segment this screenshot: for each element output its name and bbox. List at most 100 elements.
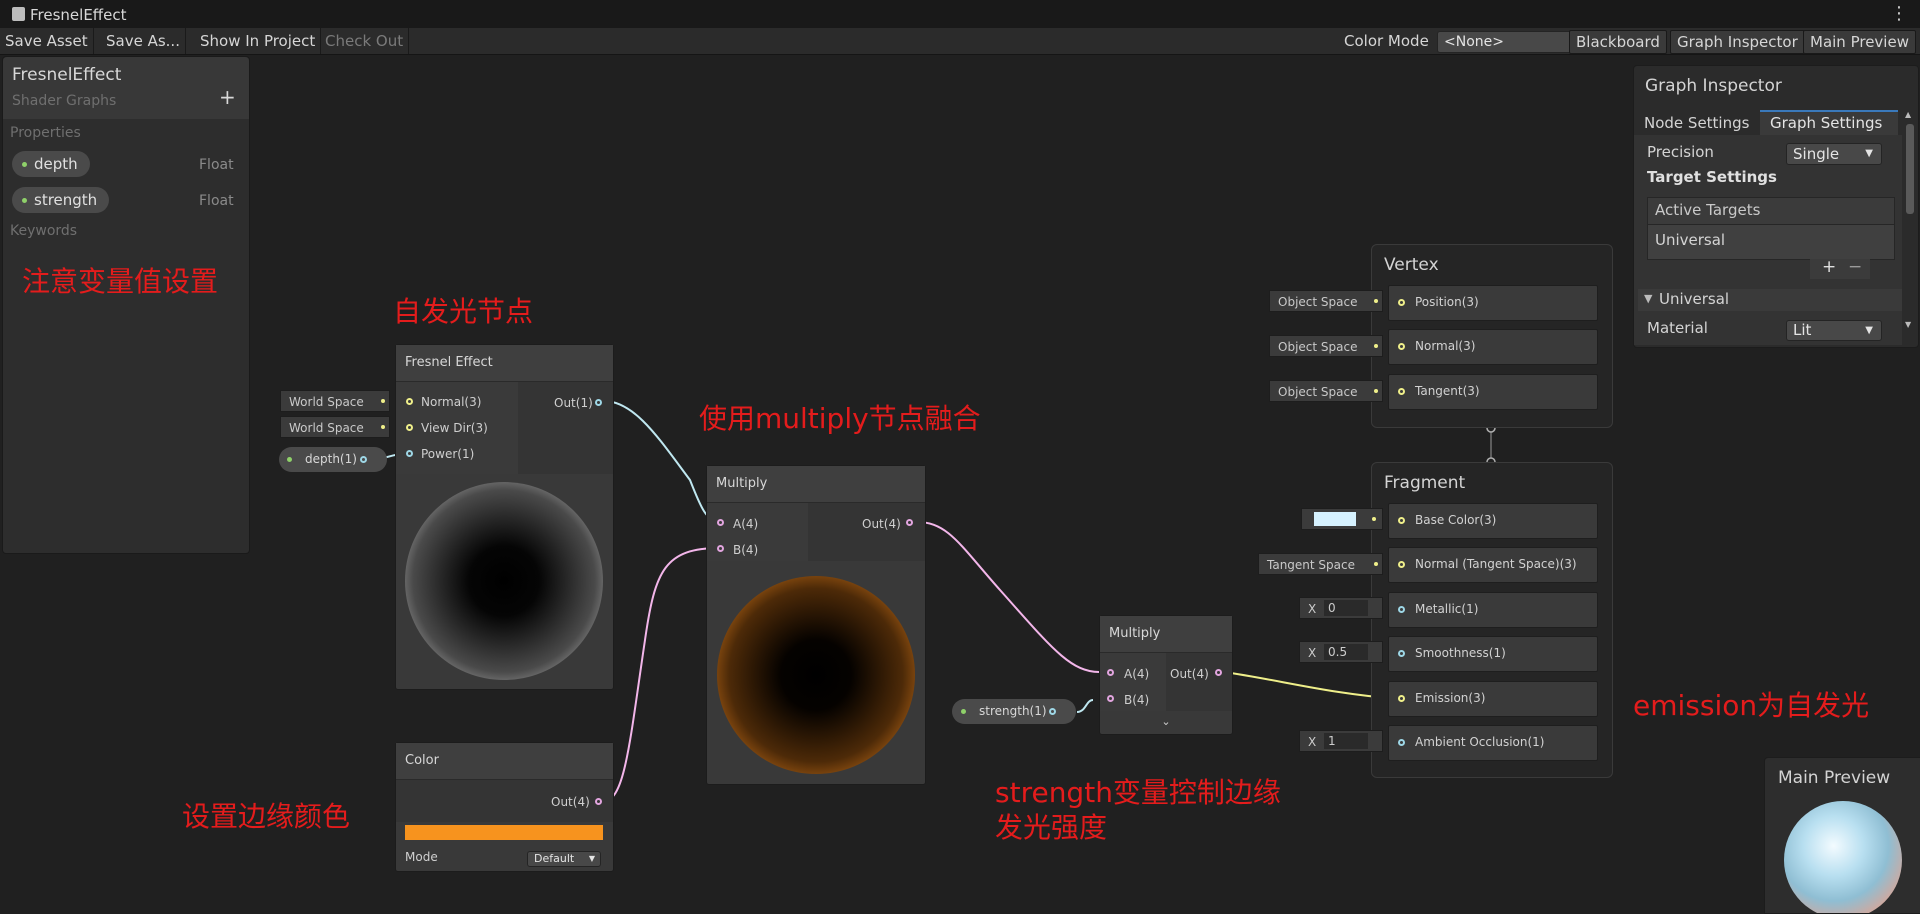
smoothness-slot[interactable]: Smoothness(1) [1388,636,1598,672]
preview-viewport[interactable] [1784,801,1902,913]
normal-tangent-slot[interactable]: Normal (Tangent Space)(3) [1388,547,1598,583]
port[interactable] [1398,739,1405,746]
normal-space-input[interactable]: World Space [280,390,390,412]
normal-tangent-space-input[interactable]: Tangent Space [1258,553,1383,575]
vertex-normal-slot[interactable]: Normal(3) [1388,329,1598,365]
precision-select[interactable]: Single ▼ [1786,143,1882,165]
multiply-node-1[interactable]: Multiply A(4) B(4) Out(4) [706,465,926,785]
multiply-node-2[interactable]: Multiply A(4) B(4) Out(4) ⌄ [1099,615,1233,735]
annotation-edge-color: 设置边缘颜色 [182,800,351,833]
metallic-value[interactable]: 0 [1324,600,1368,616]
multiply1-out-port[interactable] [906,519,913,526]
viewdir-in-label: View Dir(3) [421,421,488,435]
power-in-port[interactable] [406,450,413,457]
vertex-position-slot[interactable]: Position(3) [1388,285,1598,321]
property-depth[interactable]: depth [12,151,90,177]
node-title: Multiply [1109,626,1161,641]
property-dot-icon [22,162,27,167]
expand-chevron-icon[interactable]: ⌄ [1100,715,1232,733]
port[interactable] [1398,695,1405,702]
viewdir-space-input[interactable]: World Space [280,416,390,438]
tab-node-settings[interactable]: Node Settings [1634,110,1760,135]
color-node[interactable]: Color Out(4) Mode Default ▼ [395,742,614,872]
tab-graph-settings[interactable]: Graph Settings [1760,110,1898,135]
port[interactable] [1398,517,1405,524]
port[interactable] [1398,606,1405,613]
metallic-input[interactable]: X 0 [1299,597,1383,619]
metallic-slot[interactable]: Metallic(1) [1388,592,1598,628]
mode-label: Mode [405,850,438,864]
node-header[interactable]: Fresnel Effect [396,345,613,382]
target-list-item[interactable]: Universal [1647,224,1895,260]
node-header[interactable]: Multiply [1100,616,1232,653]
base-color-swatch[interactable] [1314,512,1356,526]
port[interactable] [1398,561,1405,568]
property-strength[interactable]: strength [12,187,110,213]
multiply2-out-port[interactable] [1215,669,1222,676]
b-in-port[interactable] [1107,695,1114,702]
port[interactable] [1398,388,1405,395]
normal-space-value: World Space [289,395,364,409]
universal-foldout[interactable]: ▼ Universal [1638,289,1902,311]
fresnel-out-port[interactable] [595,399,602,406]
annotation-strength-line1: strength变量控制边缘 [995,776,1281,809]
multiply1-preview [717,576,915,774]
depth-property-node[interactable]: depth(1) [279,447,387,472]
smoothness-value[interactable]: 0.5 [1324,644,1368,660]
position-space-input[interactable]: Object Space [1269,290,1383,312]
material-select[interactable]: Lit ▼ [1786,320,1882,341]
base-color-input[interactable] [1301,508,1383,530]
properties-label: Properties [10,125,81,141]
scroll-down-icon[interactable]: ▼ [1905,320,1911,329]
blackboard-title: FresnelEffect [12,65,122,85]
tab-label: Graph Settings [1770,114,1883,132]
slot-label: Normal(3) [1415,339,1476,353]
normal-in-label: Normal(3) [421,395,482,409]
smoothness-input[interactable]: X 0.5 [1299,641,1383,663]
port[interactable] [1398,343,1405,350]
port[interactable] [1398,299,1405,306]
vertex-tangent-slot[interactable]: Tangent(3) [1388,374,1598,410]
ao-value[interactable]: 1 [1324,733,1368,749]
node-header[interactable]: Multiply [707,466,925,503]
a-in-port[interactable] [1107,669,1114,676]
add-target-button[interactable]: + [1822,257,1836,277]
node-title: Color [405,753,439,768]
main-preview-panel: Main Preview [1764,757,1920,914]
depth-out-port[interactable] [360,456,367,463]
b-in-port[interactable] [717,545,724,552]
normal-space-input-vertex[interactable]: Object Space [1269,335,1383,357]
inspector-scrollbar[interactable]: ▲ ▼ [1905,110,1915,330]
strength-property-label: strength(1) [979,704,1047,718]
target-settings-label: Target Settings [1647,168,1777,186]
normal-in-port[interactable] [406,398,413,405]
port-dot [381,425,385,429]
viewdir-in-port[interactable] [406,424,413,431]
base-color-slot[interactable]: Base Color(3) [1388,503,1598,539]
a-in-label: A(4) [733,517,759,531]
port[interactable] [1398,650,1405,657]
strength-out-port[interactable] [1049,708,1056,715]
multiply1-out-label: Out(4) [862,517,901,531]
target-name: Universal [1655,231,1726,249]
precision-value: Single [1793,145,1840,163]
mode-select[interactable]: Default ▼ [527,851,601,867]
scroll-thumb[interactable] [1906,124,1914,214]
scroll-up-icon[interactable]: ▲ [1905,110,1911,119]
power-in-label: Power(1) [421,447,475,461]
add-property-button[interactable]: + [219,85,236,109]
ambient-occlusion-input[interactable]: X 1 [1299,730,1383,752]
remove-target-button[interactable]: − [1848,257,1862,277]
tangent-space-input[interactable]: Object Space [1269,380,1383,402]
fresnel-effect-node[interactable]: Fresnel Effect Normal(3) View Dir(3) Pow… [395,344,614,690]
annotation-var-settings: 注意变量值设置 [22,265,219,298]
color-swatch[interactable] [405,825,603,840]
port-dot [1374,562,1378,566]
precision-label: Precision [1647,143,1714,161]
emission-slot[interactable]: Emission(3) [1388,681,1598,717]
node-header[interactable]: Color [396,743,613,780]
strength-property-node[interactable]: strength(1) [952,699,1076,724]
a-in-port[interactable] [717,519,724,526]
color-out-port[interactable] [595,798,602,805]
ambient-occlusion-slot[interactable]: Ambient Occlusion(1) [1388,725,1598,761]
